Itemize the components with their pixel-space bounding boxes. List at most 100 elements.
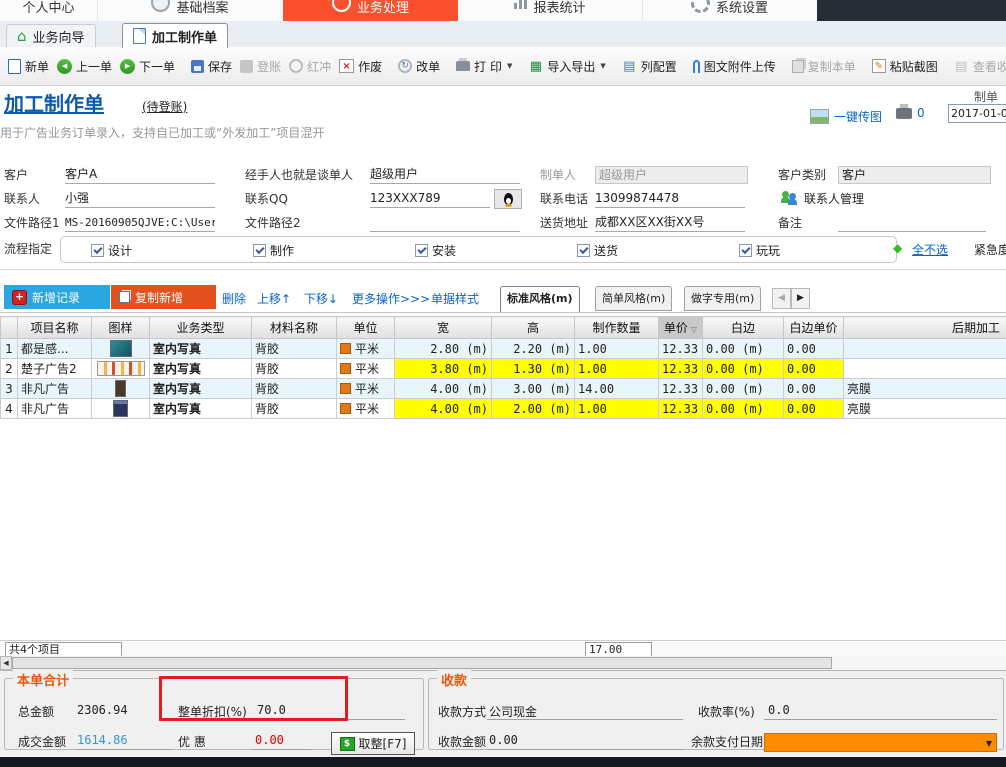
col-header-unit[interactable]: 单位 (337, 317, 395, 339)
cell-width[interactable]: 4.00 (m) (395, 379, 492, 399)
cell-type[interactable]: 室内写真 (150, 339, 252, 359)
row-number[interactable]: 3 (1, 379, 18, 399)
cell-width[interactable]: 4.00 (m) (395, 399, 492, 419)
cell-border[interactable]: 0.00 (m) (703, 379, 784, 399)
cell-height[interactable]: 3.00 (m) (492, 379, 575, 399)
round-button[interactable]: $ 取整[F7] (331, 732, 415, 755)
file-path1-field[interactable]: MS-20160905QJVE:C:\Users (65, 214, 215, 232)
nav-tab-reports[interactable]: 报表统计 (458, 0, 642, 21)
add-record-button[interactable]: +新增记录 (4, 285, 110, 309)
coupon-field[interactable]: 0.00 (255, 733, 284, 747)
horizontal-scrollbar[interactable]: ◀ (0, 656, 1006, 670)
col-header-material[interactable]: 材料名称 (252, 317, 337, 339)
col-header-border[interactable]: 白边 (703, 317, 784, 339)
scrollbar-thumb[interactable] (12, 657, 832, 669)
cell-height[interactable]: 2.20 (m) (492, 339, 575, 359)
cell-qty[interactable]: 14.00 (575, 379, 659, 399)
prev-order-button[interactable]: ◀上一单 (53, 55, 116, 78)
row-number[interactable]: 4 (1, 399, 18, 419)
cell-qty[interactable]: 1.00 (575, 339, 659, 359)
customer-field[interactable]: 客户A (65, 166, 215, 184)
modify-order-button[interactable]: ↻改单 (394, 55, 444, 78)
contact-manager-link[interactable]: 联系人管理 (780, 190, 864, 207)
cell-width[interactable]: 2.80 (m) (395, 339, 492, 359)
new-order-button[interactable]: 新单 (4, 55, 53, 78)
import-export-button[interactable]: ▦导入导出▼ (524, 55, 609, 78)
cell-post-process[interactable] (844, 339, 1006, 359)
cell-name[interactable]: 非凡广告 (18, 399, 92, 419)
col-header-post-process[interactable]: 后期加工 (844, 317, 1006, 339)
phone-field[interactable]: 13099874478 (595, 190, 745, 208)
cell-border[interactable]: 0.00 (m) (703, 399, 784, 419)
cell-name[interactable]: 楚子广告2 (18, 359, 92, 379)
cell-type[interactable]: 室内写真 (150, 379, 252, 399)
col-header-name[interactable]: 项目名称 (18, 317, 92, 339)
col-header-price[interactable]: 单价▽ (659, 317, 703, 339)
cell-image[interactable] (92, 399, 150, 419)
scrollbar-track[interactable] (832, 656, 1006, 670)
handler-field[interactable]: 超级用户 (370, 166, 520, 184)
next-order-button[interactable]: ▶下一单 (116, 55, 179, 78)
print-button[interactable]: 打 印▼ (452, 55, 516, 78)
due-date-combo[interactable]: ▼ (764, 733, 997, 752)
tab-scroll-right-button[interactable]: ▶ (791, 288, 810, 309)
cell-image[interactable] (92, 359, 150, 379)
cell-material[interactable]: 背胶 (252, 359, 337, 379)
cell-material[interactable]: 背胶 (252, 339, 337, 359)
col-header-width[interactable]: 宽 (395, 317, 492, 339)
cell-name[interactable]: 都是感... (18, 339, 92, 359)
style-tab-word[interactable]: 做字专用(m) (684, 286, 761, 311)
copy-add-button[interactable]: 复制新增 (111, 285, 216, 309)
deselect-all-link[interactable]: 全不选 (912, 241, 948, 258)
checkbox-production[interactable]: 制作 (253, 242, 294, 259)
cell-type[interactable]: 室内写真 (150, 359, 252, 379)
cell-unit[interactable]: 平米 (337, 359, 395, 379)
cell-unit[interactable]: 平米 (337, 379, 395, 399)
col-header-type[interactable]: 业务类型 (150, 317, 252, 339)
cell-width[interactable]: 3.80 (m) (395, 359, 492, 379)
more-operations-link[interactable]: 更多操作>>> (352, 290, 430, 307)
checkbox-install[interactable]: 安装 (415, 242, 456, 259)
cell-post-process[interactable]: 亮膜 (844, 399, 1006, 419)
cell-border[interactable]: 0.00 (m) (703, 359, 784, 379)
col-header-height[interactable]: 高 (492, 317, 575, 339)
tab-business-wizard[interactable]: ⌂ 业务向导 (6, 24, 96, 47)
nav-tab-archives[interactable]: 基础档案 (97, 0, 283, 21)
scroll-left-button[interactable]: ◀ (0, 656, 12, 670)
cell-qty[interactable]: 1.00 (575, 399, 659, 419)
remark-field[interactable] (838, 214, 986, 232)
cell-price[interactable]: 12.33 (659, 339, 703, 359)
attachment-upload-button[interactable]: 图文附件上传 (689, 55, 780, 78)
col-header-qty[interactable]: 制作数量 (575, 317, 659, 339)
checkbox-design[interactable]: 设计 (91, 242, 132, 259)
qq-field[interactable]: 123XXX789 (370, 190, 490, 208)
checkbox-play[interactable]: 玩玩 (739, 242, 780, 259)
discount-field[interactable]: 70.0 (257, 703, 286, 717)
cell-material[interactable]: 背胶 (252, 399, 337, 419)
qq-button[interactable] (494, 189, 522, 209)
cell-height[interactable]: 2.00 (m) (492, 399, 575, 419)
doc-style-link[interactable]: 单据样式 (431, 290, 479, 307)
file-path2-field[interactable] (370, 214, 520, 232)
col-header-image[interactable]: 图样 (92, 317, 150, 339)
style-tab-simple[interactable]: 简单风格(m) (595, 286, 672, 311)
cell-unit[interactable]: 平米 (337, 399, 395, 419)
tab-process-order[interactable]: 加工制作单 (122, 23, 228, 48)
cell-border-price[interactable]: 0.00 (784, 359, 844, 379)
cell-border-price[interactable]: 0.00 (784, 379, 844, 399)
nav-tab-personal[interactable]: 个人中心 (0, 0, 97, 21)
cell-qty[interactable]: 1.00 (575, 359, 659, 379)
style-tab-standard[interactable]: 标准风格(m) (500, 286, 580, 313)
cell-post-process[interactable]: 亮膜 (844, 379, 1006, 399)
col-header-border-price[interactable]: 白边单价 (784, 317, 844, 339)
column-config-button[interactable]: ▤列配置 (618, 55, 681, 78)
save-button[interactable]: 保存 (187, 55, 236, 78)
cell-height[interactable]: 1.30 (m) (492, 359, 575, 379)
payment-method-field[interactable]: 公司现金 (489, 703, 537, 720)
payment-rate-field[interactable]: 0.0 (768, 703, 790, 717)
final-amount-value[interactable]: 1614.86 (77, 733, 128, 747)
delete-link[interactable]: 删除 (222, 290, 246, 307)
cell-type[interactable]: 室内写真 (150, 399, 252, 419)
print-count[interactable]: 0 (896, 106, 925, 120)
nav-tab-settings[interactable]: 系统设置 (642, 0, 817, 21)
